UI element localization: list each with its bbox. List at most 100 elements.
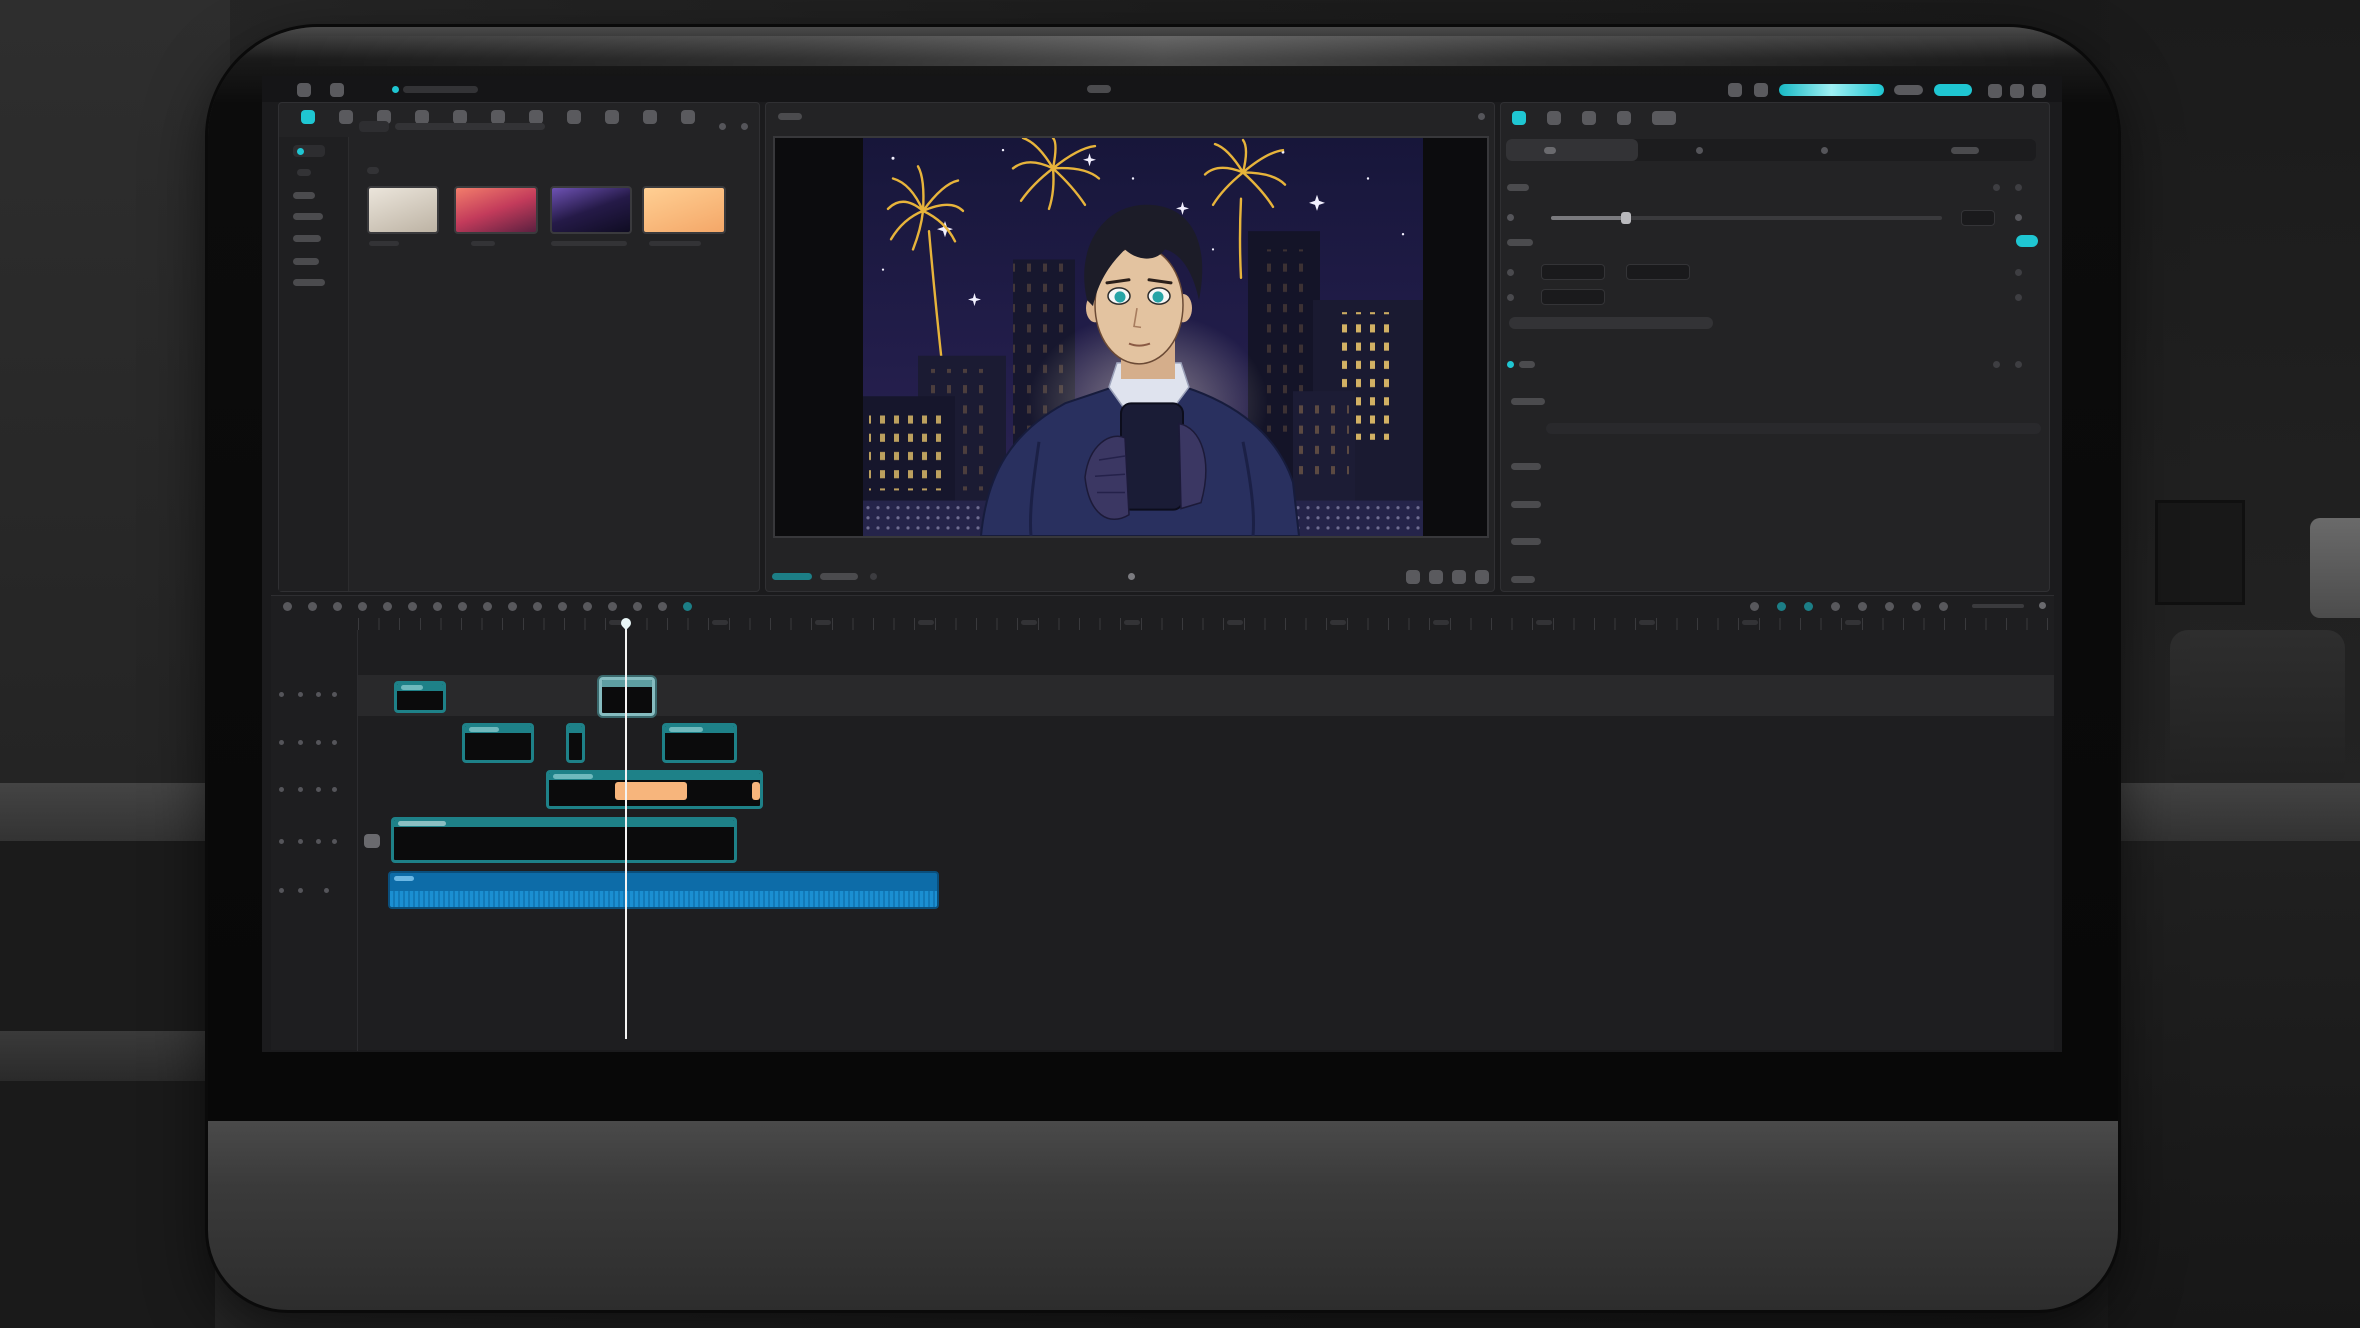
delete-icon[interactable] xyxy=(433,602,442,611)
speed-tab-icon[interactable] xyxy=(1582,111,1596,125)
adjust-tab-icon[interactable] xyxy=(1652,111,1676,125)
timeline-clip[interactable] xyxy=(394,681,446,713)
mask-icon[interactable] xyxy=(633,602,642,611)
timeline-clip-selected[interactable] xyxy=(599,677,655,716)
freeze-icon[interactable] xyxy=(458,602,467,611)
track-mute-icon[interactable] xyxy=(316,740,321,745)
keyframe-icon[interactable] xyxy=(2015,214,2022,221)
subtab-label[interactable] xyxy=(1951,147,1979,154)
clip-end-marker[interactable] xyxy=(752,782,760,800)
track-lock-icon[interactable] xyxy=(279,787,284,792)
keyframe-icon[interactable] xyxy=(2015,361,2022,368)
audio-clip[interactable] xyxy=(388,871,939,909)
share-button[interactable] xyxy=(1894,85,1923,95)
cloud-sync-icon[interactable] xyxy=(1754,83,1768,97)
maximize-icon[interactable] xyxy=(2010,84,2024,98)
select-tool-icon[interactable] xyxy=(283,602,292,611)
media-thumbnail[interactable] xyxy=(642,186,726,234)
track-lock-icon[interactable] xyxy=(279,692,284,697)
media-icon[interactable] xyxy=(301,110,315,124)
rotation-field[interactable] xyxy=(1541,289,1605,305)
timeline-zoom-slider[interactable] xyxy=(1972,604,2024,608)
adjustment-icon[interactable] xyxy=(605,110,619,124)
ratio-icon[interactable] xyxy=(1406,570,1420,584)
media-thumbnail[interactable] xyxy=(367,186,439,234)
reverse-icon[interactable] xyxy=(483,602,492,611)
import-button[interactable] xyxy=(359,121,389,132)
zoom-fit-icon[interactable] xyxy=(1912,602,1921,611)
more-icon[interactable] xyxy=(1475,570,1489,584)
zoom-in-icon[interactable] xyxy=(2039,602,2046,609)
captions-icon[interactable] xyxy=(529,110,543,124)
playhead[interactable] xyxy=(625,623,627,1039)
filters-icon[interactable] xyxy=(567,110,581,124)
track-mute-icon[interactable] xyxy=(324,888,329,893)
keyframe-icon[interactable] xyxy=(2015,184,2022,191)
preview-axis-icon[interactable] xyxy=(1858,602,1867,611)
app-logo-icon[interactable] xyxy=(297,83,311,97)
rotate-icon[interactable] xyxy=(533,602,542,611)
track-cover-icon[interactable] xyxy=(332,787,337,792)
play-button-icon[interactable] xyxy=(1128,573,1135,580)
minimize-icon[interactable] xyxy=(1988,84,2002,98)
position-y-field[interactable] xyxy=(1626,264,1690,280)
reset-icon[interactable] xyxy=(1993,361,2000,368)
section-enabled-icon[interactable] xyxy=(1507,361,1514,368)
fullscreen-icon[interactable] xyxy=(1452,570,1466,584)
track-hide-icon[interactable] xyxy=(298,839,303,844)
zoom-out-icon[interactable] xyxy=(1885,602,1894,611)
opacity-value-field[interactable] xyxy=(1961,210,1995,226)
zoom-in-icon[interactable] xyxy=(1939,602,1948,611)
marker-icon[interactable] xyxy=(583,602,592,611)
audio-tab-icon[interactable] xyxy=(1547,111,1561,125)
zoom-icon[interactable] xyxy=(1429,570,1443,584)
feedback-icon[interactable] xyxy=(1728,83,1742,97)
blend-mode-dropdown[interactable] xyxy=(1546,423,2041,434)
media-category-item[interactable] xyxy=(293,258,319,265)
track-hide-icon[interactable] xyxy=(298,740,303,745)
transitions-icon[interactable] xyxy=(491,110,505,124)
track-hide-icon[interactable] xyxy=(298,888,303,893)
ai-edit-icon[interactable] xyxy=(683,602,692,611)
speed-icon[interactable] xyxy=(608,602,617,611)
keyframe-icon[interactable] xyxy=(2015,294,2022,301)
track-cover-icon[interactable] xyxy=(332,692,337,697)
media-category-item[interactable] xyxy=(293,213,323,220)
media-filter-bar[interactable] xyxy=(395,123,545,130)
audio-icon[interactable] xyxy=(339,110,353,124)
undo-icon[interactable] xyxy=(308,602,317,611)
media-category-item[interactable] xyxy=(293,192,315,199)
main-track-clip[interactable] xyxy=(391,817,737,863)
position-x-field[interactable] xyxy=(1541,264,1605,280)
reset-icon[interactable] xyxy=(1993,184,2000,191)
media-category-item[interactable] xyxy=(297,169,311,176)
mirror-icon[interactable] xyxy=(508,602,517,611)
track-mute-icon[interactable] xyxy=(316,787,321,792)
split-left-icon[interactable] xyxy=(383,602,392,611)
animation-tab-icon[interactable] xyxy=(1617,111,1631,125)
video-player[interactable] xyxy=(773,136,1489,538)
sort-icon[interactable] xyxy=(719,123,726,130)
timeline-clip[interactable] xyxy=(546,770,763,809)
keyframe-icon[interactable] xyxy=(658,602,667,611)
track-lock-icon[interactable] xyxy=(279,888,284,893)
track-mute-icon[interactable] xyxy=(316,692,321,697)
media-category-item[interactable] xyxy=(293,279,325,286)
main-track-cover-icon[interactable] xyxy=(364,834,380,848)
timeline-clip[interactable] xyxy=(662,723,737,763)
split-icon[interactable] xyxy=(358,602,367,611)
media-category-item[interactable] xyxy=(293,235,321,242)
timeline-clip[interactable] xyxy=(566,723,585,763)
track-lock-icon[interactable] xyxy=(279,839,284,844)
record-icon[interactable] xyxy=(1750,602,1759,611)
export-button[interactable] xyxy=(1934,84,1972,96)
media-thumbnail[interactable] xyxy=(454,186,538,234)
main-track-magnet-icon[interactable] xyxy=(1777,602,1786,611)
auto-snap-icon[interactable] xyxy=(1804,602,1813,611)
linkage-icon[interactable] xyxy=(1831,602,1840,611)
subtab-icon[interactable] xyxy=(1821,147,1828,154)
track-mute-icon[interactable] xyxy=(316,839,321,844)
media-thumbnail[interactable] xyxy=(550,186,632,234)
redo-icon[interactable] xyxy=(333,602,342,611)
track-cover-icon[interactable] xyxy=(332,839,337,844)
